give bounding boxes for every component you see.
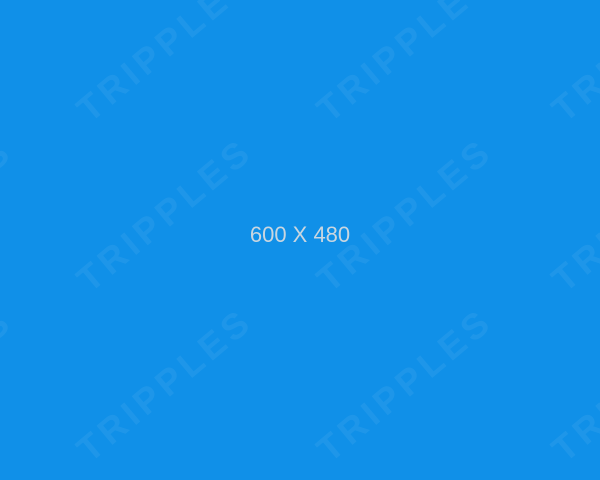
dimensions-label: 600 X 480 — [249, 222, 351, 247]
placeholder-image: TRIPPLES TRIPPLES TRIPPLES TRIPPLES TRIPPLES… — [0, 0, 600, 480]
watermark-text: TRIPPLES — [68, 299, 261, 470]
watermark-text: TRIPPLES — [308, 0, 501, 130]
watermark-text: TRIPPLES — [308, 299, 501, 470]
watermark-text: TRIPPLES — [68, 0, 261, 130]
watermark-text: TRIPPLES — [543, 129, 600, 300]
watermark-text: TRIPPLES — [308, 129, 501, 300]
watermark-text: TRIPPLES — [543, 299, 600, 470]
watermark-text: TRIPPLES — [543, 0, 600, 130]
watermark-text: TRIPPLES — [0, 299, 21, 470]
watermark-text: TRIPPLES — [0, 129, 21, 300]
watermark-text: TRIPPLES — [68, 129, 261, 300]
